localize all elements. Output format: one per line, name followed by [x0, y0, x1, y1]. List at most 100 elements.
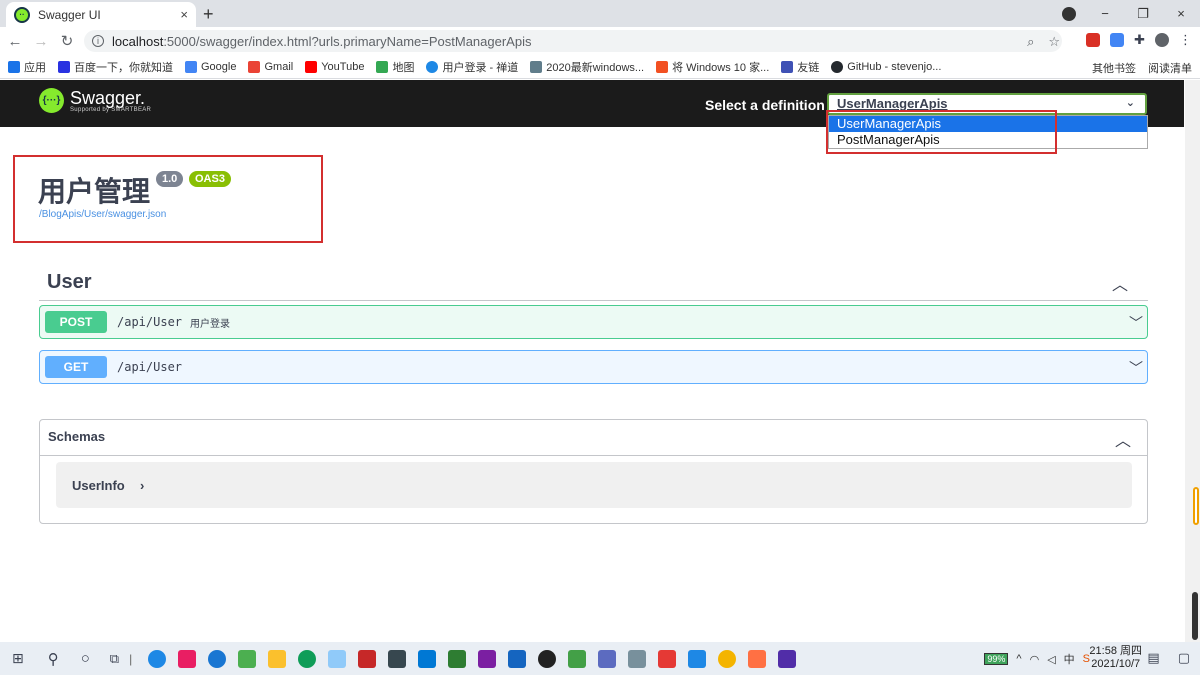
- battery-indicator[interactable]: 99%: [984, 653, 1009, 665]
- forward-icon[interactable]: →: [30, 33, 52, 50]
- folder-icon[interactable]: [268, 649, 287, 668]
- bookmark-links[interactable]: 友链: [781, 59, 819, 75]
- ime-indicator[interactable]: 中: [1064, 651, 1075, 667]
- new-tab-button[interactable]: +: [203, 4, 214, 25]
- page-scrollbar[interactable]: [1185, 80, 1200, 642]
- app-icon[interactable]: [568, 649, 587, 668]
- edge-icon[interactable]: [298, 649, 317, 668]
- browser-tab[interactable]: ·· Swagger UI ×: [6, 2, 196, 27]
- browser-toolbar: ← → ↻ i localhost:5000/swagger/index.htm…: [0, 27, 1200, 55]
- task-view-icon[interactable]: ⧉: [110, 651, 119, 667]
- back-icon[interactable]: ←: [4, 33, 26, 50]
- scrollbar-handle[interactable]: [1192, 592, 1198, 640]
- schemas-title: Schemas: [48, 429, 106, 444]
- app-icon[interactable]: [238, 649, 257, 668]
- bookmark-windows[interactable]: 2020最新windows...: [530, 59, 644, 75]
- app-icon[interactable]: [778, 649, 797, 668]
- reading-list[interactable]: 阅读清单: [1148, 60, 1192, 76]
- operation-path: /api/User: [117, 315, 183, 329]
- app-icon[interactable]: [658, 649, 677, 668]
- visual-studio-icon[interactable]: [478, 649, 497, 668]
- google-icon: [185, 60, 197, 73]
- bookmark-maps[interactable]: 地图: [376, 59, 414, 75]
- version-badge: 1.0: [156, 171, 184, 187]
- tab-close-icon[interactable]: ×: [180, 7, 188, 22]
- extensions-puzzle-icon[interactable]: ✚: [1134, 32, 1145, 48]
- bookmarks-right: 其他书签 阅读清单: [1092, 60, 1192, 76]
- minimize-button[interactable]: −: [1086, 6, 1124, 21]
- zoom-icon[interactable]: ⌕: [1027, 34, 1034, 50]
- logo-subtitle: Supported by SMARTBEAR: [70, 106, 152, 113]
- terminal-icon[interactable]: [388, 649, 407, 668]
- site-info-icon[interactable]: i: [92, 35, 104, 47]
- show-desktop-icon[interactable]: ▢: [1178, 650, 1190, 666]
- app-icon[interactable]: [598, 649, 617, 668]
- account-icon[interactable]: [1155, 33, 1169, 47]
- bookmarks-bar: 应用 百度一下，你就知道 Google Gmail YouTube 地图 用户登…: [0, 55, 1200, 79]
- apps-grid-icon: [8, 60, 20, 73]
- vscode-icon[interactable]: [418, 649, 437, 668]
- swagger-logo-text: Swagger. Supported by SMARTBEAR: [70, 89, 151, 113]
- schema-item[interactable]: UserInfo ›: [56, 462, 1132, 508]
- bookmark-zentao[interactable]: 用户登录 - 禅道: [426, 59, 518, 75]
- windows-taskbar: ⊞ ⚲ ○ ⧉ | 99% ^ ◠ ◁ 中 S 21:58 周四 2021/10…: [0, 642, 1200, 675]
- bookmark-gmail[interactable]: Gmail: [248, 60, 293, 73]
- spec-url-link[interactable]: /BlogApis/User/swagger.json: [39, 209, 166, 220]
- definition-selected-value: UserManagerApis: [837, 96, 948, 111]
- app-icon[interactable]: [178, 649, 197, 668]
- operation-post[interactable]: POST /api/User 用户登录 ﹀: [39, 305, 1148, 339]
- chevron-up-icon[interactable]: ︿: [1115, 427, 1131, 451]
- chevron-up-icon[interactable]: ︿: [1112, 271, 1128, 295]
- menu-kebab-icon[interactable]: ⋮: [1179, 32, 1192, 48]
- operation-get[interactable]: GET /api/User ﹀: [39, 350, 1148, 384]
- bookmark-windows10[interactable]: 将 Windows 10 家...: [656, 59, 769, 75]
- tag-name: User: [47, 271, 92, 293]
- chrome-icon[interactable]: [718, 649, 737, 668]
- search-icon[interactable]: ⚲: [48, 650, 59, 668]
- scrollbar-thumb[interactable]: [1193, 487, 1199, 525]
- app-icon[interactable]: [448, 649, 467, 668]
- bookmark-github[interactable]: GitHub - stevenjo...: [831, 60, 941, 73]
- start-icon[interactable]: ⊞: [12, 650, 24, 667]
- app-icon[interactable]: [748, 649, 767, 668]
- operation-path: /api/User: [117, 360, 183, 374]
- restore-button[interactable]: ❐: [1124, 6, 1162, 22]
- cortana-icon[interactable]: ○: [81, 650, 90, 667]
- taskbar-end: ▤ ▢: [1147, 650, 1190, 666]
- bookmark-apps[interactable]: 应用: [8, 59, 46, 75]
- app-icon[interactable]: [508, 649, 527, 668]
- app-icon[interactable]: [148, 649, 167, 668]
- swagger-logo[interactable]: {···} Swagger. Supported by SMARTBEAR: [39, 88, 151, 113]
- other-bookmarks[interactable]: 其他书签: [1092, 60, 1136, 76]
- profile-icon[interactable]: [1062, 6, 1076, 21]
- volume-icon[interactable]: ◁: [1047, 653, 1055, 666]
- tag-section-header[interactable]: User ︿: [39, 265, 1148, 301]
- schemas-header[interactable]: Schemas ︿: [40, 420, 1147, 456]
- reload-icon[interactable]: ↻: [56, 32, 78, 50]
- app-icon[interactable]: [628, 649, 647, 668]
- network-icon[interactable]: ◠: [1030, 653, 1040, 666]
- qq-icon[interactable]: [538, 649, 557, 668]
- close-window-button[interactable]: ×: [1162, 6, 1200, 21]
- chevron-down-icon: ⌄: [1125, 97, 1135, 109]
- bookmark-google[interactable]: Google: [185, 60, 236, 73]
- app-icon[interactable]: [328, 649, 347, 668]
- youtube-icon: [305, 60, 318, 73]
- schema-name: UserInfo: [72, 478, 125, 493]
- chevron-down-icon[interactable]: ﹀: [1129, 358, 1143, 378]
- notification-icon[interactable]: ▤: [1147, 650, 1159, 666]
- app-icon[interactable]: [688, 649, 707, 668]
- bookmark-youtube[interactable]: YouTube: [305, 60, 364, 73]
- extension-icon[interactable]: [1086, 33, 1101, 47]
- ie-icon[interactable]: [208, 649, 227, 668]
- bookmark-star-icon[interactable]: ☆: [1048, 34, 1060, 50]
- tab-title: Swagger UI: [38, 7, 101, 22]
- chevron-down-icon[interactable]: ﹀: [1129, 313, 1143, 333]
- oas-badge: OAS3: [189, 171, 231, 187]
- clock[interactable]: 21:58 周四 2021/10/7: [1089, 645, 1142, 671]
- app-icon[interactable]: [358, 649, 377, 668]
- address-bar[interactable]: i localhost:5000/swagger/index.html?urls…: [84, 30, 1062, 52]
- chevron-up-icon[interactable]: ^: [1016, 653, 1021, 665]
- translate-extension-icon[interactable]: [1110, 33, 1125, 47]
- bookmark-baidu[interactable]: 百度一下，你就知道: [58, 59, 173, 75]
